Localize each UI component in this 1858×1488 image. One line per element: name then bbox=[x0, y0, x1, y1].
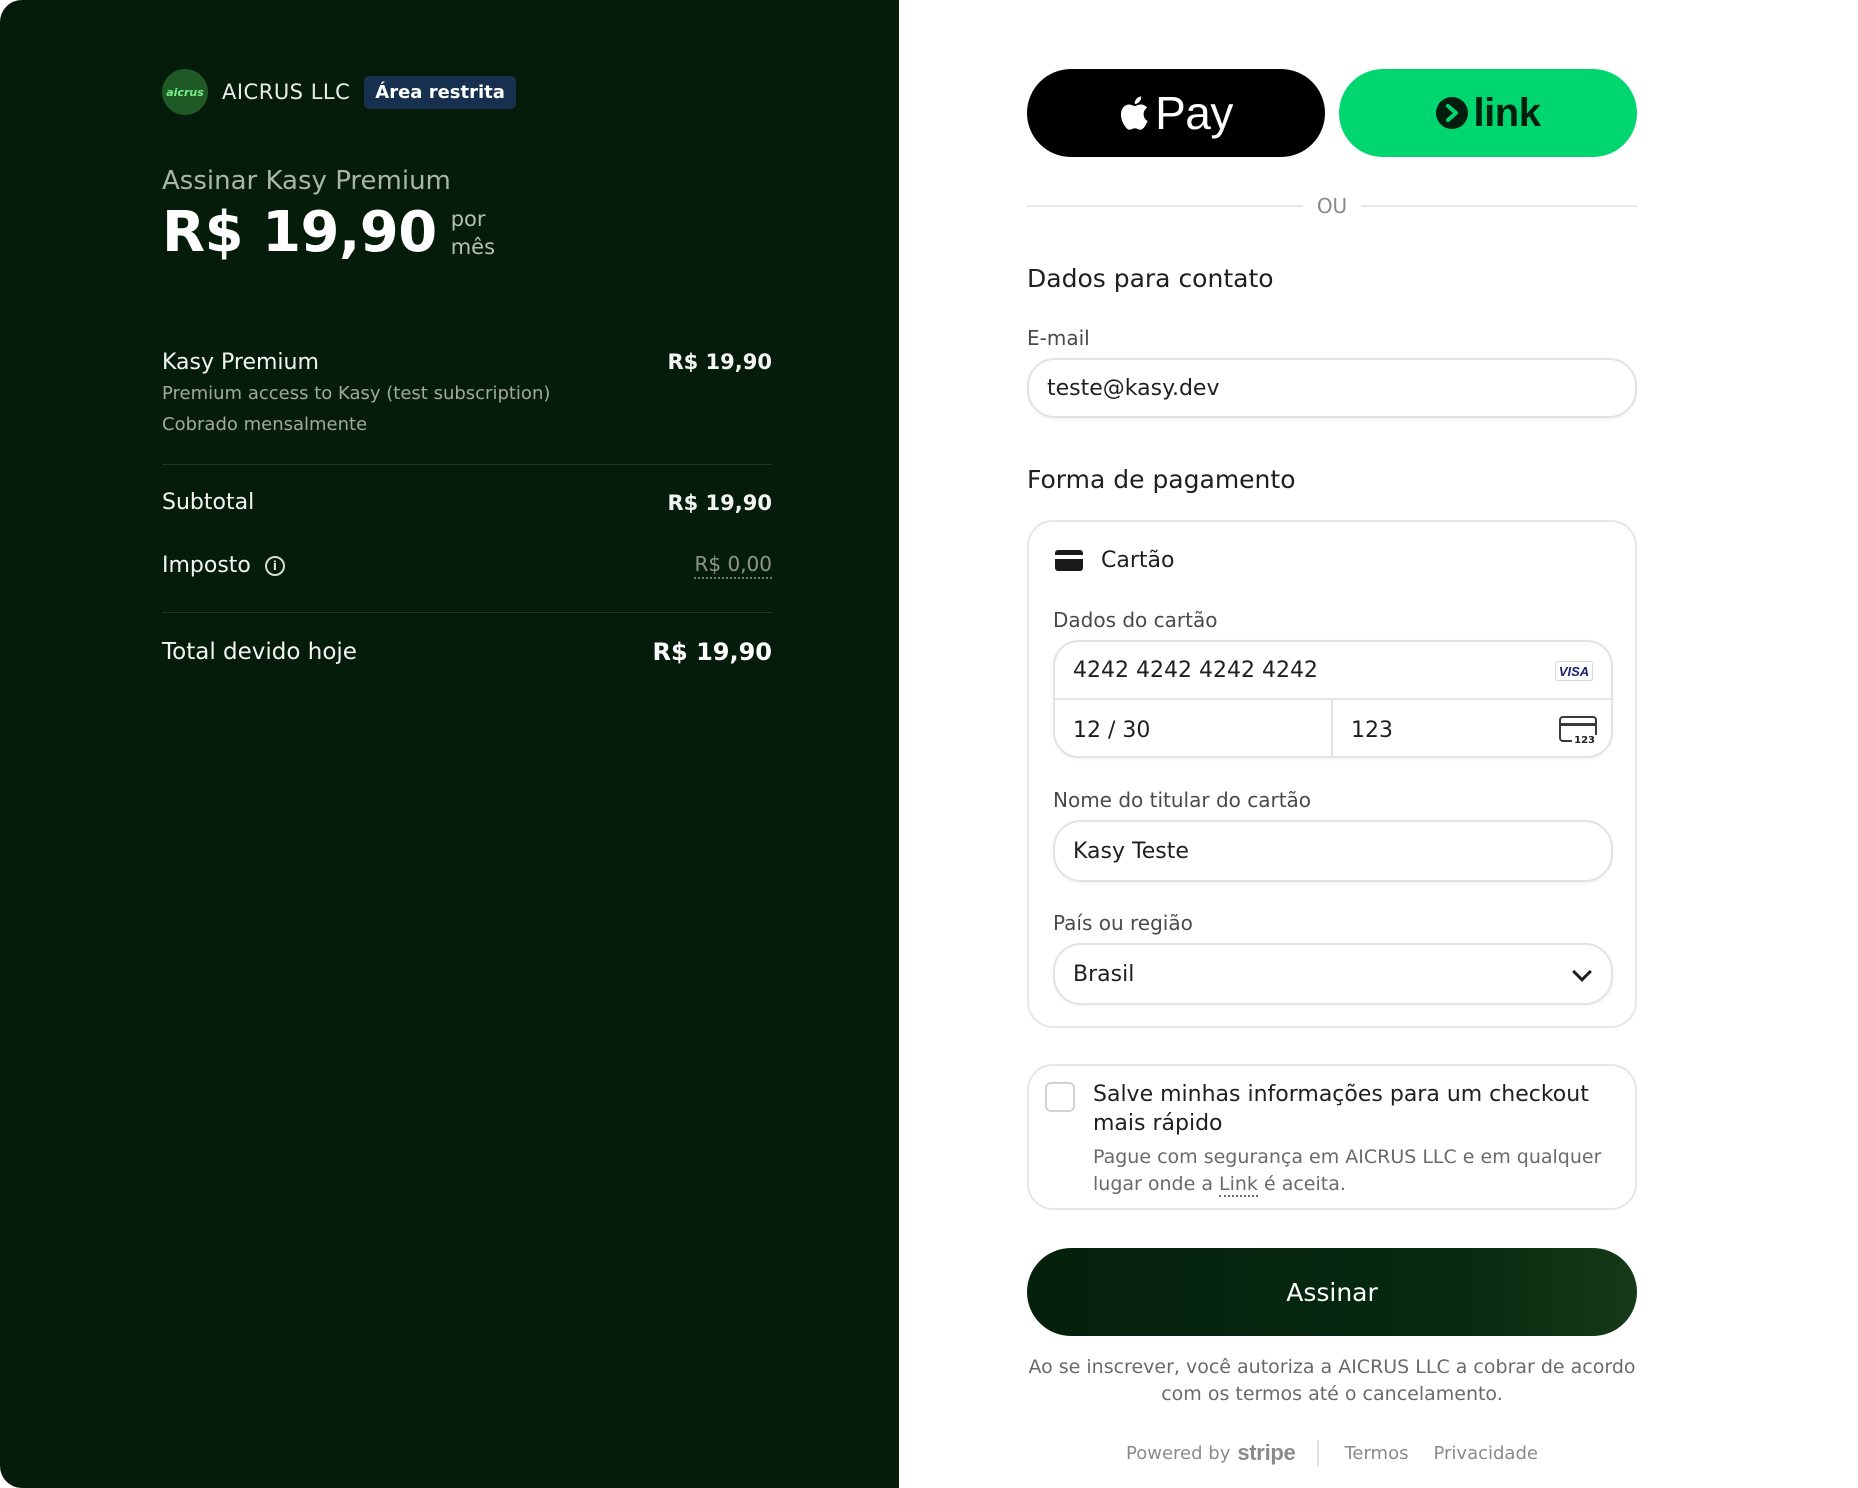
save-info-description: Pague com segurança em AICRUS LLC e em q… bbox=[1093, 1144, 1623, 1198]
subscription-title: Assinar Kasy Premium bbox=[162, 166, 451, 196]
line-item-price: R$ 19,90 bbox=[667, 350, 772, 374]
order-summary-panel: aicrus AICRUS LLC Área restrita Assinar … bbox=[0, 0, 899, 1488]
restricted-area-badge: Área restrita bbox=[364, 75, 516, 109]
or-separator: OU bbox=[1027, 194, 1638, 218]
country-select[interactable]: Brasil bbox=[1053, 943, 1613, 1005]
powered-by-label: Powered by bbox=[1126, 1442, 1231, 1464]
save-info-desc-text-end: é aceita. bbox=[1257, 1173, 1346, 1195]
price-period-line1: por bbox=[450, 206, 486, 231]
email-field[interactable]: teste@kasy.dev bbox=[1027, 358, 1637, 418]
merchant-name[interactable]: AICRUS LLC bbox=[222, 80, 350, 104]
separator-line bbox=[1027, 205, 1303, 207]
price-amount: R$ 19,90 bbox=[162, 200, 437, 265]
separator-text: OU bbox=[1316, 194, 1348, 218]
line-item: Kasy Premium R$ 19,90 Premium access to … bbox=[162, 350, 772, 435]
card-number-input[interactable]: 4242 4242 4242 4242 VISA bbox=[1055, 642, 1611, 700]
line-item-name: Kasy Premium bbox=[162, 350, 319, 375]
cvc-card-icon: 123 bbox=[1559, 716, 1597, 746]
footer: Powered by stripe Termos Privacidade bbox=[1027, 1440, 1637, 1466]
card-cvc-value: 123 bbox=[1351, 717, 1393, 743]
checkout-page: aicrus AICRUS LLC Área restrita Assinar … bbox=[0, 0, 1858, 1488]
save-info-desc-text: Pague com segurança em AICRUS LLC e em q… bbox=[1093, 1146, 1602, 1195]
merchant-logo[interactable]: aicrus bbox=[162, 69, 208, 115]
summary-divider bbox=[162, 612, 772, 613]
terms-link[interactable]: Termos bbox=[1344, 1443, 1408, 1464]
tax-value[interactable]: R$ 0,00 bbox=[694, 552, 772, 579]
link-arrow-icon bbox=[1435, 97, 1468, 129]
apple-icon bbox=[1121, 96, 1148, 130]
total-label: Total devido hoje bbox=[162, 639, 357, 665]
email-label: E-mail bbox=[1027, 326, 1090, 350]
link-info-link[interactable]: Link bbox=[1219, 1173, 1258, 1197]
total-row: Total devido hoje R$ 19,90 bbox=[162, 638, 772, 666]
line-item-billing: Cobrado mensalmente bbox=[162, 414, 368, 435]
country-label: País ou região bbox=[1053, 911, 1193, 935]
cardholder-label: Nome do titular do cartão bbox=[1053, 788, 1312, 812]
card-number-value: 4242 4242 4242 4242 bbox=[1073, 657, 1318, 683]
legal-text: Ao se inscrever, você autoriza a AICRUS … bbox=[1028, 1356, 1636, 1405]
tax-row: Imposto i R$ 0,00 bbox=[162, 552, 772, 579]
price-period: por mês bbox=[451, 205, 495, 261]
payment-section-title: Forma de pagamento bbox=[1027, 465, 1296, 494]
powered-by-stripe[interactable]: Powered by stripe bbox=[1126, 1440, 1320, 1466]
privacy-link[interactable]: Privacidade bbox=[1433, 1443, 1537, 1464]
line-item-description: Premium access to Kasy (test subscriptio… bbox=[162, 383, 551, 404]
cvc-icon-number: 123 bbox=[1572, 735, 1597, 746]
price-period-line2: mês bbox=[450, 234, 496, 259]
card-details-group: 4242 4242 4242 4242 VISA 12 / 30 123 123 bbox=[1053, 640, 1613, 758]
payment-panel: Pay link OU Dados para contato E-mail te… bbox=[899, 0, 1858, 1488]
link-label: link bbox=[1473, 90, 1541, 135]
apple-pay-label: Pay bbox=[1155, 87, 1233, 139]
subtotal-value: R$ 19,90 bbox=[667, 490, 772, 515]
card-method-tab[interactable]: Cartão bbox=[1055, 548, 1174, 573]
chevron-down-icon bbox=[1572, 962, 1592, 982]
card-expiry-input[interactable]: 12 / 30 bbox=[1055, 700, 1333, 756]
subtotal-row: Subtotal R$ 19,90 bbox=[162, 490, 772, 515]
apple-pay-button[interactable]: Pay bbox=[1027, 69, 1325, 157]
price-display: R$ 19,90 por mês bbox=[162, 200, 495, 265]
link-pay-button[interactable]: link bbox=[1339, 69, 1637, 157]
cardholder-name-input[interactable]: Kasy Teste bbox=[1053, 820, 1613, 882]
total-value: R$ 19,90 bbox=[652, 638, 772, 666]
save-info-checkbox[interactable] bbox=[1045, 1082, 1075, 1112]
info-icon[interactable]: i bbox=[264, 555, 285, 576]
card-details-label: Dados do cartão bbox=[1053, 608, 1218, 632]
visa-icon: VISA bbox=[1555, 661, 1593, 681]
card-method-label: Cartão bbox=[1101, 548, 1175, 573]
card-cvc-input[interactable]: 123 123 bbox=[1333, 700, 1611, 756]
separator-line bbox=[1361, 205, 1638, 207]
subtotal-label: Subtotal bbox=[162, 490, 255, 515]
summary-divider bbox=[162, 464, 772, 465]
save-info-title[interactable]: Salve minhas informações para um checkou… bbox=[1093, 1080, 1623, 1138]
country-selected-value: Brasil bbox=[1073, 961, 1135, 987]
tax-label: Imposto bbox=[162, 553, 251, 578]
merchant-header: aicrus AICRUS LLC Área restrita bbox=[162, 69, 516, 115]
tax-label-group: Imposto i bbox=[162, 553, 285, 578]
contact-section-title: Dados para contato bbox=[1027, 264, 1274, 293]
card-payment-box: Cartão Dados do cartão 4242 4242 4242 42… bbox=[1027, 520, 1637, 1028]
save-info-box: Salve minhas informações para um checkou… bbox=[1027, 1064, 1637, 1210]
stripe-logo: stripe bbox=[1237, 1440, 1296, 1465]
credit-card-icon bbox=[1055, 550, 1083, 571]
subscribe-button[interactable]: Assinar bbox=[1027, 1248, 1637, 1336]
